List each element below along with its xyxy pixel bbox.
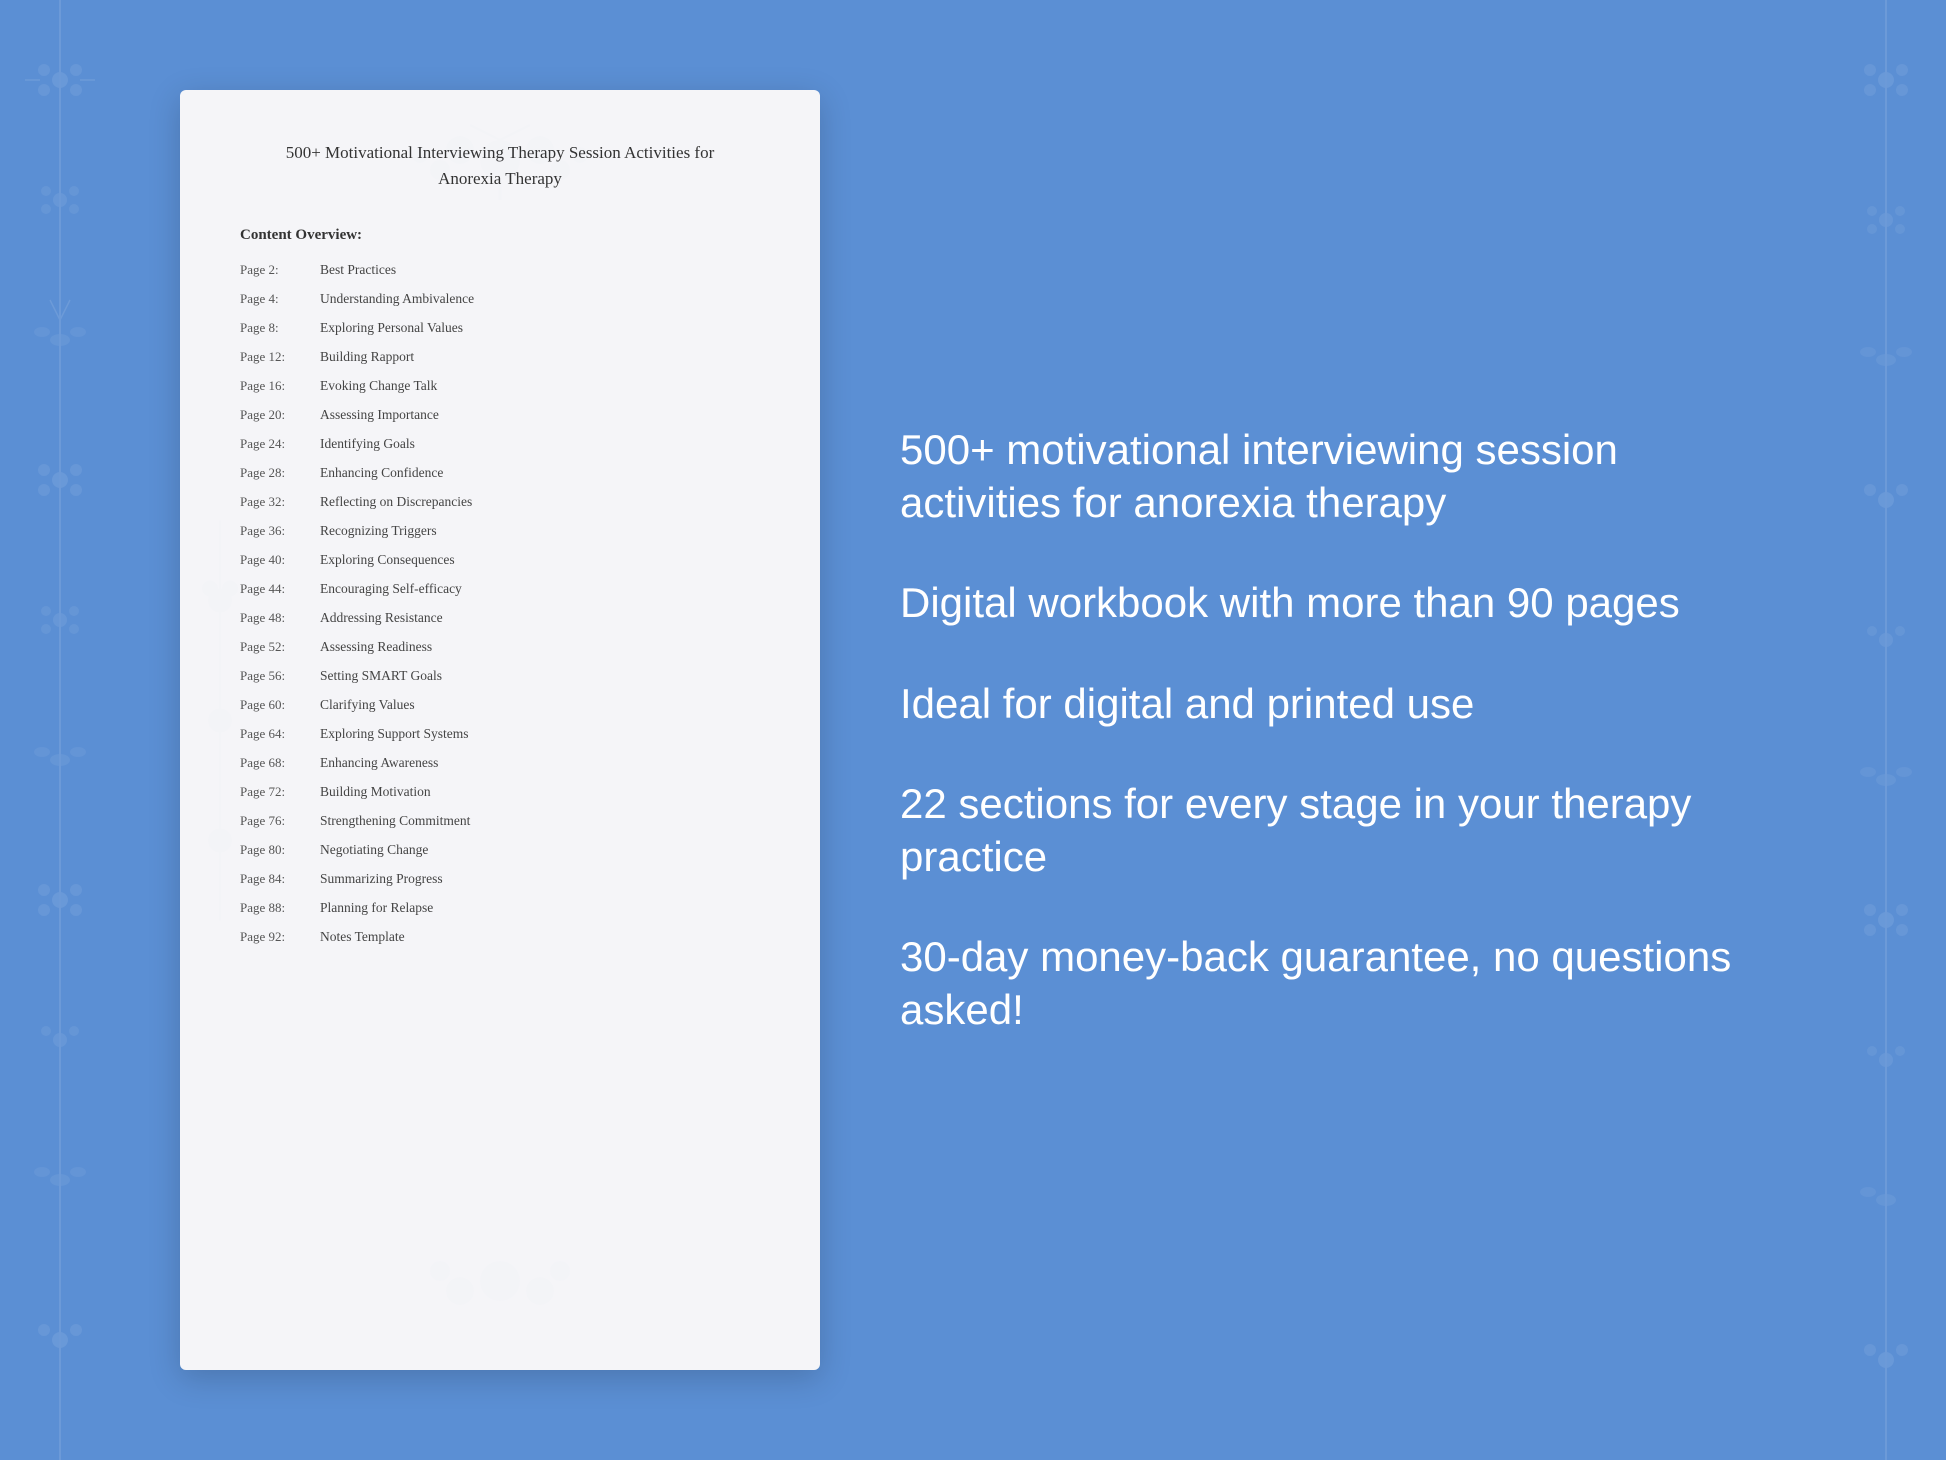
toc-item-title: Exploring Personal Values [320,320,463,336]
toc-page-number: Page 20: [240,407,320,423]
toc-item: Page 40: Exploring Consequences [240,552,760,568]
toc-page-number: Page 48: [240,610,320,626]
toc-item: Page 84: Summarizing Progress [240,871,760,887]
toc-item-title: Addressing Resistance [320,610,443,626]
toc-page-number: Page 28: [240,465,320,481]
toc-item: Page 88: Planning for Relapse [240,900,760,916]
toc-item-title: Evoking Change Talk [320,378,437,394]
toc-item: Page 48: Addressing Resistance [240,610,760,626]
document-panel: 500+ Motivational Interviewing Therapy S… [180,90,820,1370]
toc-item: Page 60: Clarifying Values [240,697,760,713]
toc-page-number: Page 4: [240,291,320,307]
toc-page-number: Page 32: [240,494,320,510]
toc-item: Page 36: Recognizing Triggers [240,523,760,539]
main-content: 500+ Motivational Interviewing Therapy S… [0,0,1946,1460]
toc-list: Page 2: Best Practices Page 4: Understan… [240,262,760,945]
toc-item-title: Building Motivation [320,784,431,800]
toc-page-number: Page 76: [240,813,320,829]
toc-item: Page 72: Building Motivation [240,784,760,800]
toc-page-number: Page 2: [240,262,320,278]
toc-item-title: Enhancing Awareness [320,755,438,771]
toc-item: Page 28: Enhancing Confidence [240,465,760,481]
toc-page-number: Page 36: [240,523,320,539]
toc-item-title: Summarizing Progress [320,871,443,887]
floral-right-decoration [1786,0,1946,1460]
toc-item-title: Negotiating Change [320,842,428,858]
toc-page-number: Page 88: [240,900,320,916]
toc-section-title: Content Overview: [240,227,760,244]
toc-item: Page 16: Evoking Change Talk [240,378,760,394]
toc-item-title: Assessing Importance [320,407,439,423]
toc-page-number: Page 8: [240,320,320,336]
toc-item-title: Recognizing Triggers [320,523,437,539]
info-point-3: Ideal for digital and printed use [900,678,1746,731]
toc-page-number: Page 84: [240,871,320,887]
toc-item: Page 20: Assessing Importance [240,407,760,423]
document-title: 500+ Motivational Interviewing Therapy S… [240,140,760,191]
toc-item-title: Best Practices [320,262,396,278]
toc-item-title: Understanding Ambivalence [320,291,474,307]
toc-page-number: Page 16: [240,378,320,394]
toc-page-number: Page 56: [240,668,320,684]
doc-watermark-bottom [300,1241,700,1340]
floral-left-decoration [0,0,160,1460]
toc-item-title: Exploring Support Systems [320,726,469,742]
toc-page-number: Page 64: [240,726,320,742]
toc-item: Page 32: Reflecting on Discrepancies [240,494,760,510]
toc-page-number: Page 68: [240,755,320,771]
toc-item: Page 52: Assessing Readiness [240,639,760,655]
toc-item: Page 8: Exploring Personal Values [240,320,760,336]
info-point-5: 30-day money-back guarantee, no question… [900,931,1746,1036]
toc-page-number: Page 44: [240,581,320,597]
toc-page-number: Page 24: [240,436,320,452]
info-panel: 500+ motivational interviewing session a… [880,384,1766,1076]
toc-item-title: Assessing Readiness [320,639,432,655]
toc-item-title: Clarifying Values [320,697,415,713]
toc-item: Page 92: Notes Template [240,929,760,945]
toc-page-number: Page 52: [240,639,320,655]
toc-item-title: Exploring Consequences [320,552,455,568]
toc-item-title: Identifying Goals [320,436,415,452]
toc-item: Page 12: Building Rapport [240,349,760,365]
toc-item: Page 4: Understanding Ambivalence [240,291,760,307]
toc-page-number: Page 80: [240,842,320,858]
toc-item: Page 80: Negotiating Change [240,842,760,858]
toc-item: Page 76: Strengthening Commitment [240,813,760,829]
toc-page-number: Page 72: [240,784,320,800]
toc-item-title: Setting SMART Goals [320,668,442,684]
toc-item-title: Encouraging Self-efficacy [320,581,462,597]
toc-item-title: Strengthening Commitment [320,813,470,829]
toc-item-title: Planning for Relapse [320,900,433,916]
toc-item-title: Enhancing Confidence [320,465,443,481]
toc-item-title: Building Rapport [320,349,414,365]
toc-item-title: Reflecting on Discrepancies [320,494,472,510]
toc-page-number: Page 60: [240,697,320,713]
toc-item: Page 68: Enhancing Awareness [240,755,760,771]
info-point-4: 22 sections for every stage in your ther… [900,778,1746,883]
toc-page-number: Page 12: [240,349,320,365]
toc-item-title: Notes Template [320,929,405,945]
toc-page-number: Page 92: [240,929,320,945]
toc-item: Page 64: Exploring Support Systems [240,726,760,742]
info-point-2: Digital workbook with more than 90 pages [900,577,1746,630]
toc-item: Page 56: Setting SMART Goals [240,668,760,684]
toc-page-number: Page 40: [240,552,320,568]
toc-item: Page 44: Encouraging Self-efficacy [240,581,760,597]
toc-item: Page 2: Best Practices [240,262,760,278]
toc-item: Page 24: Identifying Goals [240,436,760,452]
info-point-1: 500+ motivational interviewing session a… [900,424,1746,529]
